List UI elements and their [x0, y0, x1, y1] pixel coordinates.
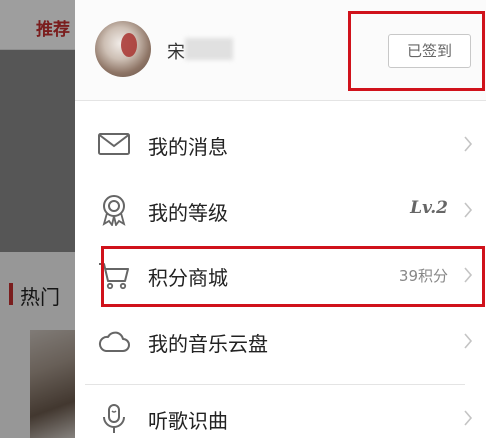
- menu-item-song-recognition[interactable]: 听歌识曲: [75, 385, 486, 438]
- signin-highlight-box: [348, 11, 485, 91]
- drawer-dim-overlay[interactable]: [0, 0, 75, 438]
- cloud-icon: [98, 331, 130, 352]
- username-redacted: [185, 38, 233, 60]
- menu-item-label: 我的音乐云盘: [148, 332, 268, 356]
- menu-item-messages[interactable]: 我的消息: [75, 111, 486, 177]
- level-badge: Lv.2: [410, 198, 448, 218]
- chevron-right-icon: [464, 333, 473, 349]
- chevron-right-icon: [464, 136, 473, 152]
- chevron-right-icon: [464, 202, 473, 218]
- envelope-icon: [98, 133, 130, 155]
- points-mall-highlight-box: [101, 246, 485, 307]
- microphone-icon: [103, 404, 125, 433]
- menu-item-label: 我的等级: [148, 201, 228, 225]
- avatar[interactable]: [95, 21, 151, 77]
- chevron-right-icon: [464, 410, 473, 426]
- header-divider: [75, 100, 486, 101]
- medal-icon: [102, 195, 126, 226]
- menu-item-level[interactable]: 我的等级 Lv.2: [75, 177, 486, 243]
- username[interactable]: 宋: [167, 38, 185, 64]
- menu-item-label: 我的消息: [148, 135, 228, 159]
- background-app: 推荐 热门: [0, 0, 75, 438]
- menu-item-label: 听歌识曲: [148, 409, 228, 433]
- menu-item-cloud-drive[interactable]: 我的音乐云盘: [75, 308, 486, 374]
- avatar-detail: [121, 33, 137, 57]
